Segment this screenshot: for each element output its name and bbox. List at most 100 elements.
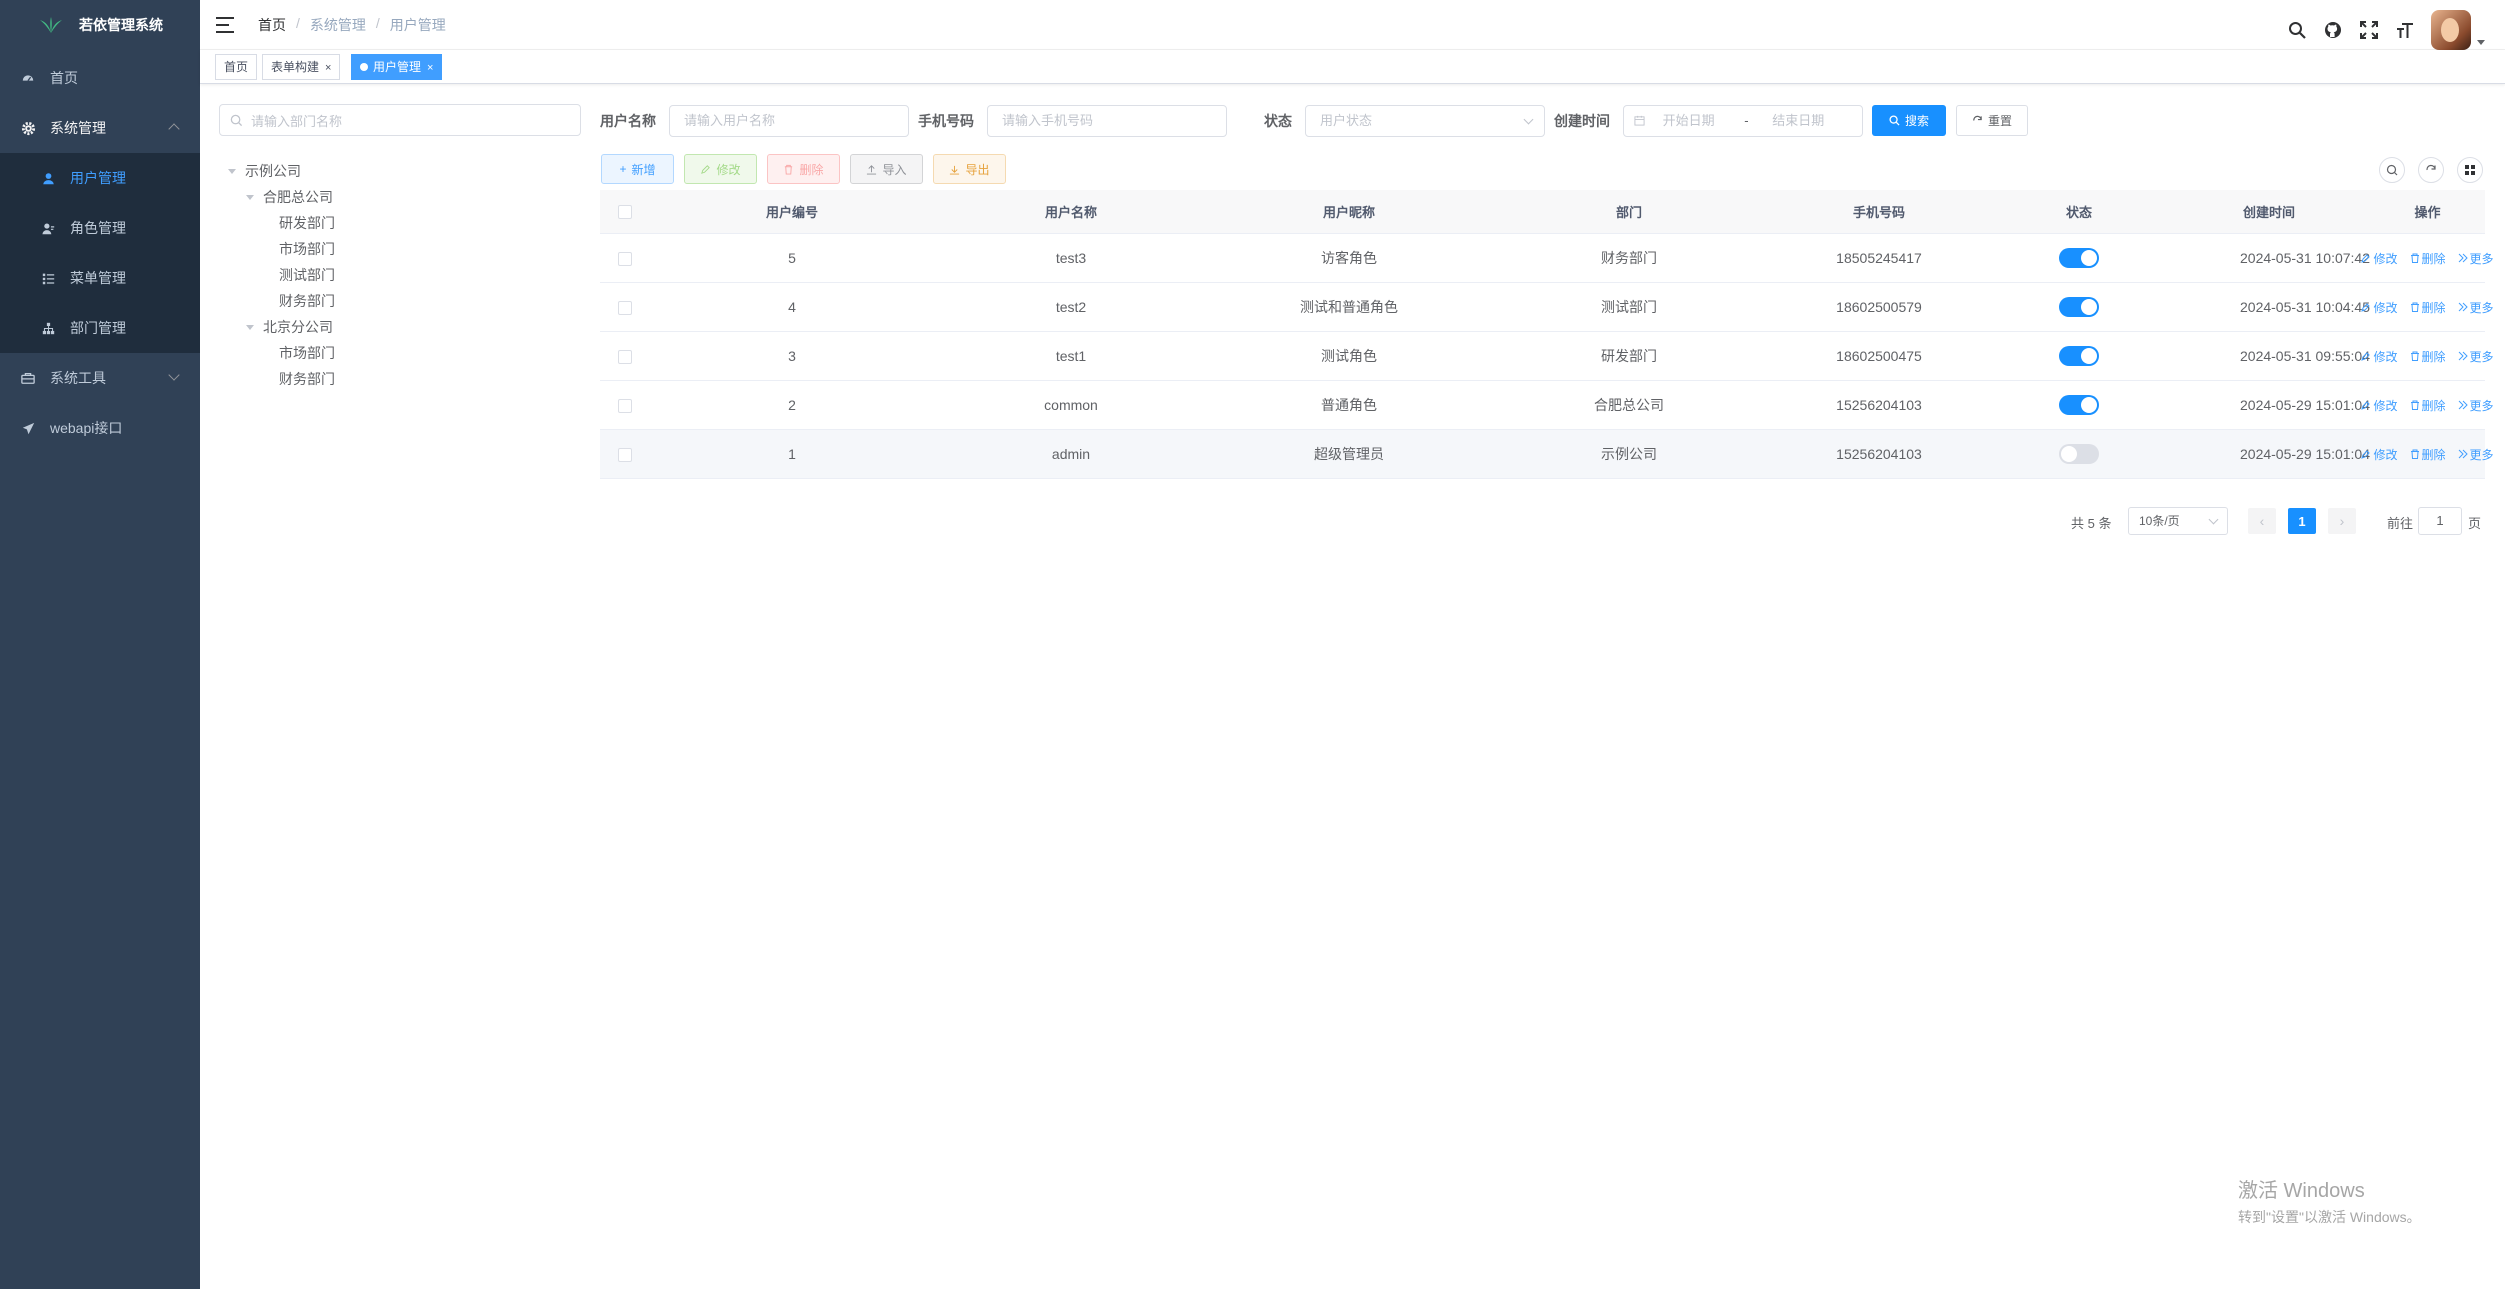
tree-node[interactable]: 北京分公司	[246, 314, 333, 340]
sidebar-item-menus[interactable]: 菜单管理	[0, 253, 200, 303]
status-select[interactable]: 用户状态	[1305, 105, 1545, 137]
tree-node[interactable]: 财务部门	[279, 366, 335, 392]
status-switch[interactable]	[2059, 444, 2099, 464]
cell-username: test3	[1055, 250, 1087, 266]
cell-phone: 18602500579	[1836, 299, 1922, 315]
trash-icon	[2410, 351, 2419, 361]
next-page-button[interactable]: ›	[2328, 508, 2356, 534]
row-edit-link[interactable]: 修改	[2361, 250, 2398, 267]
username-input[interactable]: 请输入用户名称	[669, 105, 909, 137]
row-edit-link[interactable]: 修改	[2361, 348, 2398, 365]
row-more-link[interactable]: 更多	[2458, 397, 2494, 414]
tree-node-label: 研发部门	[279, 215, 335, 231]
tree-node[interactable]: 研发部门	[279, 210, 335, 236]
columns-button[interactable]	[2457, 157, 2483, 183]
caret-down-icon[interactable]	[246, 195, 254, 200]
tree-node[interactable]: 市场部门	[279, 340, 335, 366]
app-logo[interactable]: 若依管理系统	[0, 0, 200, 50]
status-switch[interactable]	[2059, 297, 2099, 317]
row-more-link[interactable]: 更多	[2458, 348, 2494, 365]
row-more-link[interactable]: 更多	[2458, 446, 2494, 463]
row-edit-link[interactable]: 修改	[2361, 299, 2398, 316]
add-button[interactable]: + 新增	[601, 154, 674, 184]
avatar[interactable]	[2431, 10, 2471, 50]
sidebar-item-tools[interactable]: 系统工具	[0, 353, 200, 403]
status-switch[interactable]	[2059, 248, 2099, 268]
chevron-down-icon	[1523, 114, 1534, 125]
tree-node[interactable]: 市场部门	[279, 236, 335, 262]
row-checkbox[interactable]	[618, 448, 632, 463]
page-size-select[interactable]: 10条/页	[2128, 507, 2228, 535]
close-icon[interactable]: ×	[325, 62, 331, 74]
row-more-link[interactable]: 更多	[2458, 250, 2494, 267]
export-button[interactable]: 导出	[933, 154, 1006, 184]
reset-button[interactable]: 重置	[1956, 105, 2028, 136]
close-icon[interactable]: ×	[427, 62, 433, 74]
tag-home[interactable]: 首页	[215, 54, 258, 80]
status-switch[interactable]	[2059, 395, 2099, 415]
search-button[interactable]: 搜索	[1872, 105, 1946, 136]
trash-icon	[2410, 400, 2419, 410]
dept-search-input[interactable]: 请输入部门名称	[219, 104, 581, 136]
tag-form-builder[interactable]: 表单构建 ×	[262, 54, 341, 80]
row-delete-link[interactable]: 删除	[2410, 397, 2446, 414]
date-range-picker[interactable]: 开始日期 - 结束日期	[1623, 105, 1863, 137]
row-checkbox[interactable]	[618, 350, 632, 365]
grid-icon	[2465, 165, 2475, 175]
tree-node[interactable]: 合肥总公司	[246, 184, 333, 210]
toggle-search-button[interactable]	[2379, 157, 2405, 183]
tree-node[interactable]: 测试部门	[279, 262, 335, 288]
table-row[interactable]: 5 test3 访客角色 财务部门 18505245417 2024-05-31 10:0…	[600, 234, 2494, 283]
range-separator: -	[1744, 113, 1749, 128]
table-row[interactable]: 2 common 普通角色 合肥总公司 15256204103 2024-05-29 15…	[600, 381, 2494, 430]
goto-page-input[interactable]: 1	[2418, 507, 2462, 535]
hamburger-icon[interactable]	[216, 16, 234, 33]
refresh-button[interactable]	[2418, 157, 2444, 183]
table-row[interactable]: 3 test1 测试角色 研发部门 18602500475 2024-05-31 09:5…	[600, 332, 2494, 381]
breadcrumb-current: 用户管理	[389, 16, 446, 33]
github-icon[interactable]	[2323, 20, 2343, 40]
row-delete-link[interactable]: 删除	[2410, 299, 2446, 316]
delete-button[interactable]: 删除	[767, 154, 840, 184]
sidebar-item-home[interactable]: 首页	[0, 53, 200, 103]
edit-button[interactable]: 修改	[684, 154, 757, 184]
sidebar-item-system[interactable]: 系统管理	[0, 103, 200, 153]
row-checkbox[interactable]	[618, 252, 632, 267]
sidebar-item-webapi[interactable]: webapi接口	[0, 403, 200, 453]
table-row[interactable]: 4 test2 测试和普通角色 测试部门 18602500579 2024-05-31 1…	[600, 283, 2494, 332]
select-all-checkbox[interactable]	[618, 205, 632, 220]
row-checkbox[interactable]	[618, 399, 632, 414]
phone-input[interactable]: 请输入手机号码	[987, 105, 1227, 137]
breadcrumb-home[interactable]: 首页	[258, 15, 286, 35]
gear-icon	[20, 120, 36, 136]
tag-user-management[interactable]: 用户管理 ×	[351, 54, 443, 80]
page-number[interactable]: 1	[2288, 508, 2316, 534]
search-icon[interactable]	[2287, 20, 2307, 40]
sidebar-item-users[interactable]: 用户管理	[0, 153, 200, 203]
tree-node[interactable]: 财务部门	[279, 288, 335, 314]
sidebar-item-roles[interactable]: 角色管理	[0, 203, 200, 253]
row-edit-link[interactable]: 修改	[2361, 397, 2398, 414]
prev-page-button[interactable]: ‹	[2248, 508, 2276, 534]
cell-nickname: 测试和普通角色	[1300, 299, 1398, 315]
sidebar-item-departments[interactable]: 部门管理	[0, 303, 200, 353]
row-delete-link[interactable]: 删除	[2410, 446, 2446, 463]
font-size-icon[interactable]	[2395, 20, 2415, 40]
tree-node[interactable]: 示例公司	[228, 158, 301, 184]
caret-down-icon[interactable]	[228, 169, 236, 174]
status-placeholder: 用户状态	[1320, 113, 1373, 128]
row-more-link[interactable]: 更多	[2458, 299, 2494, 316]
caret-down-icon[interactable]	[2477, 39, 2485, 45]
row-edit-link[interactable]: 修改	[2361, 446, 2398, 463]
row-delete-link[interactable]: 删除	[2410, 348, 2446, 365]
status-switch[interactable]	[2059, 346, 2099, 366]
col-header: 创建时间	[2242, 205, 2295, 220]
import-button-label: 导入	[882, 162, 907, 177]
fullscreen-icon[interactable]	[2359, 20, 2379, 40]
table-row[interactable]: 1 admin 超级管理员 示例公司 15256204103 2024-05-29 15:…	[600, 430, 2494, 479]
row-checkbox[interactable]	[618, 301, 632, 316]
import-button[interactable]: 导入	[850, 154, 923, 184]
col-header: 用户昵称	[1322, 205, 1375, 220]
caret-down-icon[interactable]	[246, 325, 254, 330]
row-delete-link[interactable]: 删除	[2410, 250, 2446, 267]
